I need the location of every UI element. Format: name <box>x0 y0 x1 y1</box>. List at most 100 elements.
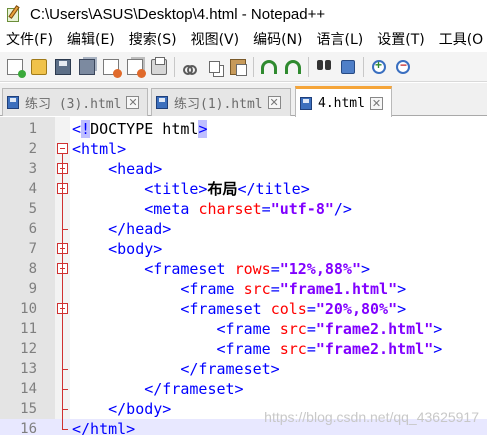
code-text: </body> <box>72 400 172 418</box>
fold-end-marker <box>62 369 68 370</box>
zoom-out-icon <box>396 58 410 74</box>
toolbar-separator <box>253 56 254 77</box>
line-number: 3 <box>28 161 37 177</box>
code-line[interactable]: 5 <meta charset="utf-8"/> <box>0 199 487 219</box>
new-file-button[interactable] <box>4 56 26 78</box>
find-button[interactable] <box>313 56 335 78</box>
close-all-button[interactable] <box>124 56 146 78</box>
print-button[interactable] <box>148 56 170 78</box>
tab-label: 练习 (3).html <box>25 97 122 112</box>
line-number: 8 <box>28 261 37 277</box>
saved-file-icon <box>7 96 19 109</box>
zoom-in-button[interactable] <box>368 56 390 78</box>
code-text: <frameset cols="20%,80%"> <box>72 300 407 318</box>
paste-button[interactable] <box>227 56 249 78</box>
code-text: <frame src="frame2.html"> <box>72 320 443 338</box>
redo-icon <box>285 59 301 74</box>
menu-encoding[interactable]: 编码(N) <box>246 28 309 52</box>
line-number: 16 <box>20 421 37 435</box>
fold-end-marker <box>62 409 68 410</box>
tab-file-lianxi-3[interactable]: 练习 (3).html ✕ <box>2 88 148 116</box>
print-icon <box>151 56 167 75</box>
menu-language[interactable]: 语言(L) <box>310 28 371 52</box>
zoom-in-icon <box>372 58 386 74</box>
tab-file-4-html[interactable]: 4.html ✕ <box>295 86 392 117</box>
code-text: </frameset> <box>72 380 244 398</box>
copy-button[interactable] <box>203 56 225 78</box>
fold-toggle-icon[interactable] <box>57 143 68 154</box>
open-file-icon <box>31 58 47 75</box>
toolbar-separator <box>174 56 175 77</box>
code-text: <frameset rows="12%,88%"> <box>72 260 371 278</box>
saved-file-icon <box>300 96 312 110</box>
line-number: 14 <box>20 381 37 397</box>
menu-settings[interactable]: 设置(T) <box>370 28 431 52</box>
code-text: <body> <box>72 240 163 258</box>
line-number: 13 <box>20 361 37 377</box>
replace-icon <box>341 59 355 74</box>
code-text: </frameset> <box>72 360 280 378</box>
cut-button[interactable] <box>179 56 201 78</box>
code-line[interactable]: 2 <html> <box>0 139 487 159</box>
code-line[interactable]: 11 <frame src="frame2.html"> <box>0 319 487 339</box>
code-line[interactable]: 10 <frameset cols="20%,80%"> <box>0 299 487 319</box>
menu-tools[interactable]: 工具(O <box>432 28 487 52</box>
code-text: <head> <box>72 160 163 178</box>
saved-file-icon <box>156 96 168 109</box>
watermark: https://blog.csdn.net/qq_43625917 <box>264 409 479 425</box>
menu-edit[interactable]: 编辑(E) <box>60 28 122 52</box>
menu-view[interactable]: 视图(V) <box>184 28 247 52</box>
code-line[interactable]: 1 <!DOCTYPE html> <box>0 119 487 139</box>
code-line[interactable]: 4 <title>布局</title> <box>0 179 487 199</box>
code-line[interactable]: 13 </frameset> <box>0 359 487 379</box>
code-editor[interactable]: 1 <!DOCTYPE html> 2 <html> 3 <head> 4 <title>… <box>0 117 487 435</box>
code-text: <frame src="frame1.html"> <box>72 280 407 298</box>
code-line[interactable]: 7 <body> <box>0 239 487 259</box>
undo-button[interactable] <box>258 56 280 78</box>
code-line[interactable]: 6 </head> <box>0 219 487 239</box>
menu-file[interactable]: 文件(F) <box>0 28 60 52</box>
title-bar: C:\Users\ASUS\Desktop\4.html - Notepad++ <box>0 0 487 28</box>
line-number: 9 <box>28 281 37 297</box>
code-text: </head> <box>72 220 172 238</box>
code-line[interactable]: 14 </frameset> <box>0 379 487 399</box>
code-line[interactable]: 12 <frame src="frame2.html"> <box>0 339 487 359</box>
save-button[interactable] <box>52 56 74 78</box>
new-file-icon <box>7 58 26 78</box>
line-number: 7 <box>28 241 37 257</box>
window-title: C:\Users\ASUS\Desktop\4.html - Notepad++ <box>30 5 326 23</box>
tab-label: 4.html <box>318 95 365 111</box>
code-line[interactable]: 3 <head> <box>0 159 487 179</box>
code-line[interactable]: 9 <frame src="frame1.html"> <box>0 279 487 299</box>
line-number: 15 <box>20 401 37 417</box>
line-number: 6 <box>28 221 37 237</box>
tab-file-lianxi-1[interactable]: 练习(1).html ✕ <box>151 88 291 116</box>
code-text: <!DOCTYPE html> <box>72 120 208 138</box>
line-number: 5 <box>28 201 37 217</box>
tab-close-icon[interactable]: ✕ <box>267 96 281 109</box>
code-text: <html> <box>72 140 127 158</box>
open-file-button[interactable] <box>28 56 50 78</box>
tab-close-icon[interactable]: ✕ <box>126 96 140 109</box>
paste-icon <box>230 58 247 76</box>
redo-button[interactable] <box>282 56 304 78</box>
save-all-icon <box>79 58 95 75</box>
toolbar-separator <box>363 56 364 77</box>
close-all-icon <box>127 58 146 78</box>
line-number: 2 <box>28 141 37 157</box>
close-icon <box>103 58 122 78</box>
menu-search[interactable]: 搜索(S) <box>122 28 184 52</box>
zoom-out-button[interactable] <box>392 56 414 78</box>
tab-close-icon[interactable]: ✕ <box>369 96 383 110</box>
save-all-button[interactable] <box>76 56 98 78</box>
toolbar-separator <box>308 56 309 77</box>
code-text: <title>布局</title> <box>72 180 310 198</box>
copy-icon <box>208 60 220 73</box>
notepad-plus-plus-app-icon <box>6 5 22 23</box>
close-button[interactable] <box>100 56 122 78</box>
toolbar <box>0 52 487 82</box>
code-line[interactable]: 8 <frameset rows="12%,88%"> <box>0 259 487 279</box>
line-number: 11 <box>20 321 37 337</box>
tab-label: 练习(1).html <box>174 97 263 112</box>
replace-button[interactable] <box>337 56 359 78</box>
